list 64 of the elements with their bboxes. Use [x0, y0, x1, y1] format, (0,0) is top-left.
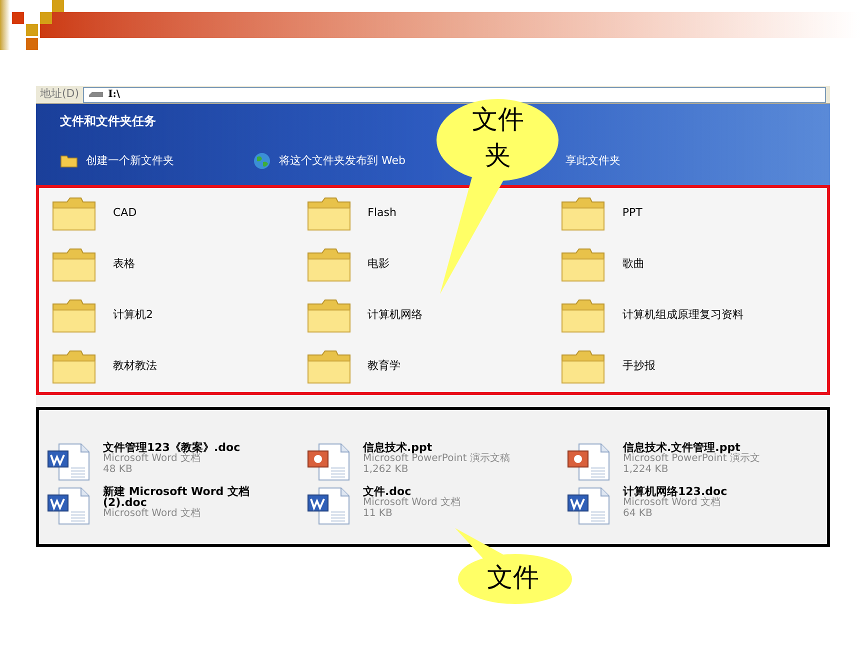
task-link[interactable]: 创建一个新文件夹: [60, 152, 174, 170]
file-item[interactable]: 信息技术.ppt Microsoft PowerPoint 演示文稿 1,262 KB: [307, 442, 567, 482]
file-name: 文件管理123《教案》.doc: [103, 442, 242, 453]
folder-item[interactable]: 计算机网络: [306, 298, 560, 334]
folder-icon: [51, 298, 97, 334]
folder-icon: [306, 246, 352, 282]
file-name: 新建 Microsoft Word 文档 (2).doc: [103, 486, 250, 508]
file-name: 计算机网络123.doc: [623, 486, 728, 497]
file-size: 48 KB: [103, 464, 134, 475]
task-link[interactable]: 将这个文件夹发布到 Web: [253, 152, 406, 170]
word-document-icon: [47, 442, 91, 482]
word-document-icon: [567, 486, 611, 526]
folder-item[interactable]: 手抄报: [560, 348, 815, 384]
folder-icon: [560, 348, 606, 384]
presentation-document-icon: [567, 442, 611, 482]
folder-icon: [560, 246, 606, 282]
file-name: 信息技术.文件管理.ppt: [623, 442, 740, 453]
folder-icon: [306, 348, 352, 384]
file-item[interactable]: 计算机网络123.doc Microsoft Word 文档 64 KB: [567, 486, 827, 526]
file-item[interactable]: 信息技术.文件管理.ppt Microsoft PowerPoint 演示文 1,224 KB: [567, 442, 827, 482]
folder-icon: [51, 348, 97, 384]
file-item[interactable]: 文件管理123《教案》.doc Microsoft Word 文档 48 KB: [47, 442, 307, 482]
word-document-icon: [47, 486, 91, 526]
folder-icon: [560, 298, 606, 334]
file-name: 文件.doc: [363, 486, 412, 497]
folder-icon: [51, 246, 97, 282]
folder-item[interactable]: 教育学: [306, 348, 560, 384]
file-item[interactable]: 文件.doc Microsoft Word 文档 11 KB: [307, 486, 567, 526]
folder-icon: [306, 196, 352, 232]
file-type: Microsoft Word 文档: [623, 497, 722, 508]
task-link[interactable]: 享此文件夹: [565, 152, 620, 170]
folder-item[interactable]: 歌曲: [560, 246, 815, 282]
folder-item[interactable]: Flash: [306, 196, 560, 232]
drive-icon: [88, 90, 104, 98]
file-size: 11 KB: [363, 508, 394, 519]
folder-icon: [560, 196, 606, 232]
file-type: Microsoft PowerPoint 演示文稿: [363, 453, 511, 464]
folder-item[interactable]: 电影: [306, 246, 560, 282]
file-type: Microsoft PowerPoint 演示文: [623, 453, 761, 464]
file-name: 信息技术.ppt: [363, 442, 432, 453]
file-type: Microsoft Word 文档: [103, 508, 202, 519]
folder-item[interactable]: CAD: [51, 196, 306, 232]
folder-item[interactable]: 计算机2: [51, 298, 306, 334]
file-size: 1,224 KB: [623, 464, 670, 475]
file-size: 64 KB: [623, 508, 654, 519]
callout-text: 文件夹: [471, 104, 525, 173]
folder-icon: [60, 154, 78, 168]
presentation-document-icon: [307, 442, 351, 482]
folder-item[interactable]: 计算机组成原理复习资料: [560, 298, 815, 334]
address-field[interactable]: I:\: [83, 86, 826, 102]
file-size: 1,262 KB: [363, 464, 410, 475]
address-label: 地址(D): [40, 86, 80, 102]
globe-icon: [253, 152, 271, 170]
word-document-icon: [307, 486, 351, 526]
folder-icon: [51, 196, 97, 232]
folder-item[interactable]: 教材教法: [51, 348, 306, 384]
folder-icon: [306, 298, 352, 334]
file-type: Microsoft Word 文档: [103, 453, 201, 464]
folder-item[interactable]: 表格: [51, 246, 306, 282]
task-pane-title: 文件和文件夹任务: [60, 113, 156, 130]
callout-text: 文件: [487, 562, 539, 595]
folder-item[interactable]: PPT: [560, 196, 815, 232]
file-item[interactable]: 新建 Microsoft Word 文档 (2).doc Microsoft Word 文档: [47, 486, 307, 526]
file-type: Microsoft Word 文档: [363, 497, 462, 508]
